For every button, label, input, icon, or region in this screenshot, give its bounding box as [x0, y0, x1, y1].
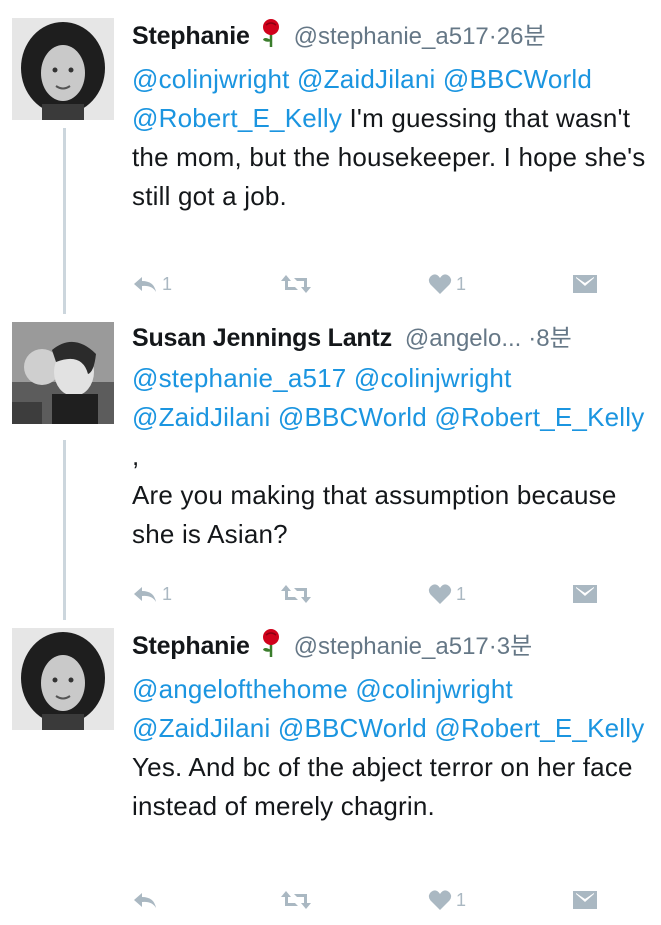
display-name[interactable]: Susan Jennings Lantz	[132, 324, 392, 352]
direct-message-icon	[573, 585, 597, 603]
tweet[interactable]: Stephanie @stephanie_a517·3분 @angelofthe…	[0, 628, 661, 925]
retweet-icon	[281, 891, 311, 909]
user-handle[interactable]: @stephanie_a517	[294, 23, 489, 50]
mention-link[interactable]: @stephanie_a517	[132, 363, 346, 393]
mention-link[interactable]: @BBCWorld	[278, 402, 427, 432]
mention-link[interactable]: @BBCWorld	[443, 64, 592, 94]
mention-link[interactable]: @angelofthehome	[132, 674, 348, 704]
mention-link[interactable]: @ZaidJilani	[132, 402, 270, 432]
retweet-icon	[281, 275, 311, 293]
like-icon	[428, 584, 452, 604]
user-handle[interactable]: @stephanie_a517	[294, 633, 489, 660]
separator-dot: ·	[488, 23, 497, 50]
direct-message-icon	[573, 275, 597, 293]
reply-icon	[134, 277, 156, 292]
avatar[interactable]	[12, 18, 114, 120]
direct-message-button[interactable]	[572, 578, 598, 610]
mention-link[interactable]: @ZaidJilani	[132, 713, 270, 743]
tweet-text: @colinjwright @ZaidJilani @BBCWorld @Rob…	[132, 60, 649, 216]
like-icon	[428, 274, 452, 294]
tweet-text-segment: ,	[132, 441, 140, 471]
direct-message-button[interactable]	[572, 884, 598, 916]
separator-dot: ·	[488, 633, 497, 660]
tweet[interactable]: Susan Jennings Lantz @angelo... ·8분 @ste…	[0, 322, 661, 618]
reply-icon	[134, 893, 156, 908]
tweet-text-segment: Yes. And bc of the abject terror on her …	[132, 752, 633, 821]
like-button[interactable]: 1	[428, 268, 466, 300]
avatar[interactable]	[12, 628, 114, 730]
avatar[interactable]	[12, 322, 114, 424]
like-icon	[428, 890, 452, 910]
retweet-button[interactable]	[280, 884, 316, 916]
tweet-text-segment	[290, 64, 297, 94]
tweet-text-segment	[270, 713, 277, 743]
timestamp[interactable]: 26분	[497, 23, 546, 50]
tweet-text-segment	[435, 64, 442, 94]
tweet-actions: 1	[132, 884, 612, 916]
reply-button[interactable]	[132, 884, 162, 916]
like-button[interactable]: 1	[428, 578, 466, 610]
tweet-actions: 1 1	[132, 578, 612, 610]
timestamp[interactable]: 3분	[497, 633, 532, 660]
retweet-icon	[281, 585, 311, 603]
tweet-text-segment: Are you making that assumption because s…	[132, 480, 617, 549]
tweet-header: Stephanie @stephanie_a517·26분	[132, 18, 649, 56]
reply-button[interactable]: 1	[132, 268, 172, 300]
mention-link[interactable]: @BBCWorld	[278, 713, 427, 743]
rose-emoji-icon	[259, 18, 283, 56]
timestamp[interactable]: 8분	[536, 325, 571, 352]
tweet-text: @stephanie_a517 @colinjwright @ZaidJilan…	[132, 359, 649, 554]
mention-link[interactable]: @ZaidJilani	[297, 64, 435, 94]
mention-link[interactable]: @colinjwright	[132, 64, 290, 94]
tweet-header: Susan Jennings Lantz @angelo... ·8분	[132, 322, 649, 355]
tweet-header: Stephanie @stephanie_a517·3분	[132, 628, 649, 666]
display-name[interactable]: Stephanie	[132, 22, 250, 50]
direct-message-button[interactable]	[572, 268, 598, 300]
mention-link[interactable]: @Robert_E_Kelly	[434, 713, 644, 743]
mention-link[interactable]: @colinjwright	[354, 363, 512, 393]
like-button[interactable]: 1	[428, 884, 466, 916]
mention-link[interactable]: @colinjwright	[355, 674, 513, 704]
tweet[interactable]: Stephanie @stephanie_a517·26분 @colinjwri…	[0, 18, 661, 308]
reply-count: 1	[162, 583, 173, 604]
tweet-text: @angelofthehome @colinjwright @ZaidJilan…	[132, 670, 649, 826]
retweet-button[interactable]	[280, 268, 316, 300]
reply-count: 1	[162, 273, 173, 294]
like-count: 1	[456, 583, 467, 604]
display-name[interactable]: Stephanie	[132, 632, 250, 660]
direct-message-icon	[573, 891, 597, 909]
reply-icon	[134, 587, 156, 602]
retweet-button[interactable]	[280, 578, 316, 610]
tweet-text-segment	[270, 402, 277, 432]
like-count: 1	[456, 273, 467, 294]
tweet-actions: 1 1	[132, 268, 612, 300]
reply-button[interactable]: 1	[132, 578, 172, 610]
rose-emoji-icon	[259, 628, 283, 666]
tweet-text-segment	[346, 363, 353, 393]
mention-link[interactable]: @Robert_E_Kelly	[132, 103, 342, 133]
like-count: 1	[456, 889, 467, 910]
mention-link[interactable]: @Robert_E_Kelly	[434, 402, 644, 432]
user-handle[interactable]: @angelo...	[405, 325, 521, 352]
